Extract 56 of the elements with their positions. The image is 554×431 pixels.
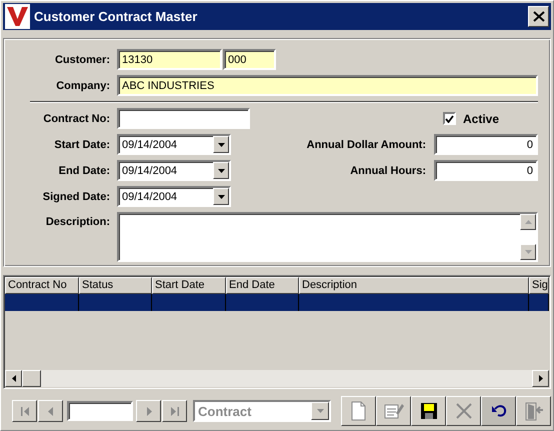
scroll-thumb[interactable]	[22, 370, 41, 387]
field-label: Customer:	[54, 54, 110, 66]
toolbar-button[interactable]	[411, 396, 446, 426]
window-title: Customer Contract Master	[34, 9, 198, 24]
previous-record-icon	[46, 406, 54, 416]
active-checkbox[interactable]	[443, 112, 456, 125]
column-header[interactable]: Description	[299, 277, 529, 294]
column-header[interactable]: Start Date	[152, 277, 226, 294]
column-header[interactable]: Sig	[529, 277, 549, 294]
date-field[interactable]: 09/14/2004	[117, 186, 231, 207]
field-label: Contract No:	[42, 112, 110, 124]
description-field[interactable]	[117, 212, 538, 262]
amount-field[interactable]: 0	[434, 160, 538, 181]
left-arrow-icon	[12, 375, 16, 382]
check-icon	[445, 114, 454, 122]
field-label: End Date:	[58, 164, 110, 176]
record-field[interactable]	[67, 401, 133, 421]
field-label: Annual Dollar Amount:	[306, 138, 426, 150]
next-record-icon	[144, 406, 152, 416]
contract-no-field[interactable]	[117, 108, 250, 129]
close-button[interactable]	[528, 6, 549, 27]
close-icon	[532, 11, 544, 22]
scroll-down-button[interactable]	[520, 244, 536, 260]
scroll-right-button[interactable]	[532, 370, 549, 387]
last-record-icon	[170, 406, 178, 416]
column-header[interactable]: Status	[79, 277, 152, 294]
new-document-icon	[348, 401, 368, 421]
first-record-icon	[20, 406, 28, 416]
down-arrow-icon	[524, 250, 532, 254]
customer-field[interactable]: 13130	[117, 49, 222, 70]
dropdown-arrow-icon	[218, 142, 224, 146]
date-field[interactable]: 09/14/2004	[117, 134, 231, 155]
column-header[interactable]: End Date	[226, 277, 299, 294]
toolbar-button[interactable]	[481, 396, 516, 426]
amount-field[interactable]: 0	[434, 134, 538, 155]
column-header[interactable]: Contract No	[5, 277, 79, 294]
delete-icon	[454, 401, 474, 421]
up-arrow-icon	[524, 220, 532, 224]
suffix-field[interactable]: 000	[223, 49, 276, 70]
exit-door-icon	[524, 401, 544, 421]
checkbox-label: Active	[463, 112, 500, 126]
dropdown-arrow-icon	[218, 168, 224, 172]
edit-document-icon	[384, 401, 404, 421]
dropdown-arrow-icon	[316, 409, 324, 413]
logo-icon	[5, 4, 30, 29]
scroll-left-button[interactable]	[5, 370, 22, 387]
field-label: Company:	[55, 80, 110, 92]
field-label: Start Date:	[53, 138, 110, 150]
date-field[interactable]: 09/14/2004	[117, 160, 231, 181]
scroll-up-button[interactable]	[520, 214, 536, 230]
right-arrow-icon	[538, 375, 542, 382]
field-label: Signed Date:	[42, 190, 110, 202]
field-label: Annual Hours:	[350, 164, 426, 176]
field-label: Description:	[44, 215, 110, 228]
dropdown-arrow-icon	[218, 194, 224, 198]
company-field[interactable]: ABC INDUSTRIES	[117, 75, 538, 96]
